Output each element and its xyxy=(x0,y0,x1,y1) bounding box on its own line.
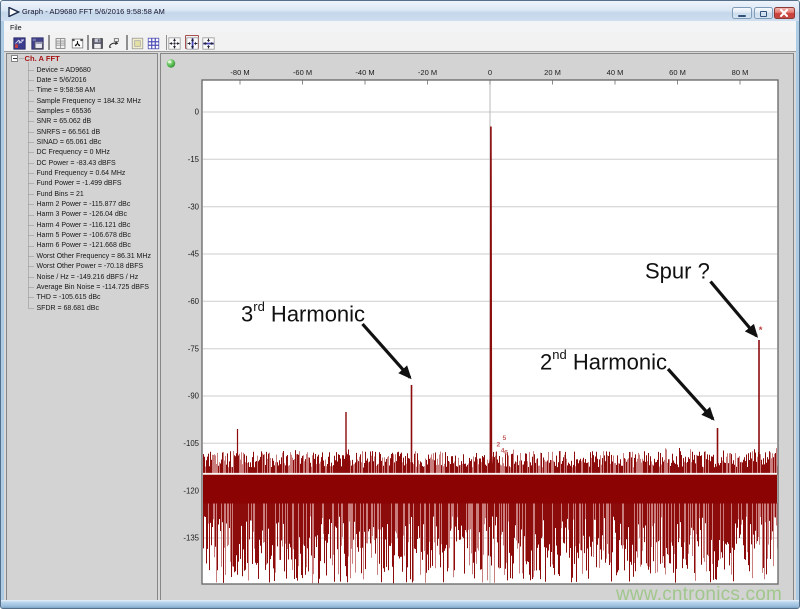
svg-text:-45: -45 xyxy=(188,250,200,259)
svg-text:6: 6 xyxy=(504,450,508,457)
svg-text:-75: -75 xyxy=(188,344,200,353)
svg-text:-105: -105 xyxy=(183,439,199,448)
svg-text:-135: -135 xyxy=(183,534,199,543)
svg-text:-40 M: -40 M xyxy=(355,68,374,77)
svg-text:0: 0 xyxy=(195,108,200,117)
svg-text:40 M: 40 M xyxy=(607,68,624,77)
svg-text:-15: -15 xyxy=(188,155,200,164)
svg-text:-60: -60 xyxy=(188,297,200,306)
svg-text:-90: -90 xyxy=(188,392,200,401)
svg-text:5: 5 xyxy=(503,435,507,442)
svg-text:20 M: 20 M xyxy=(544,68,561,77)
svg-text:0: 0 xyxy=(488,68,492,77)
svg-text:-120: -120 xyxy=(183,486,199,495)
svg-text:60 M: 60 M xyxy=(669,68,686,77)
svg-text:Spur ?: Spur ? xyxy=(645,259,710,284)
svg-text:-80 M: -80 M xyxy=(230,68,249,77)
svg-text:-60 M: -60 M xyxy=(293,68,312,77)
svg-text:-20 M: -20 M xyxy=(418,68,437,77)
svg-text:-30: -30 xyxy=(188,202,200,211)
svg-text:*: * xyxy=(759,325,763,336)
svg-text:80 M: 80 M xyxy=(732,68,749,77)
